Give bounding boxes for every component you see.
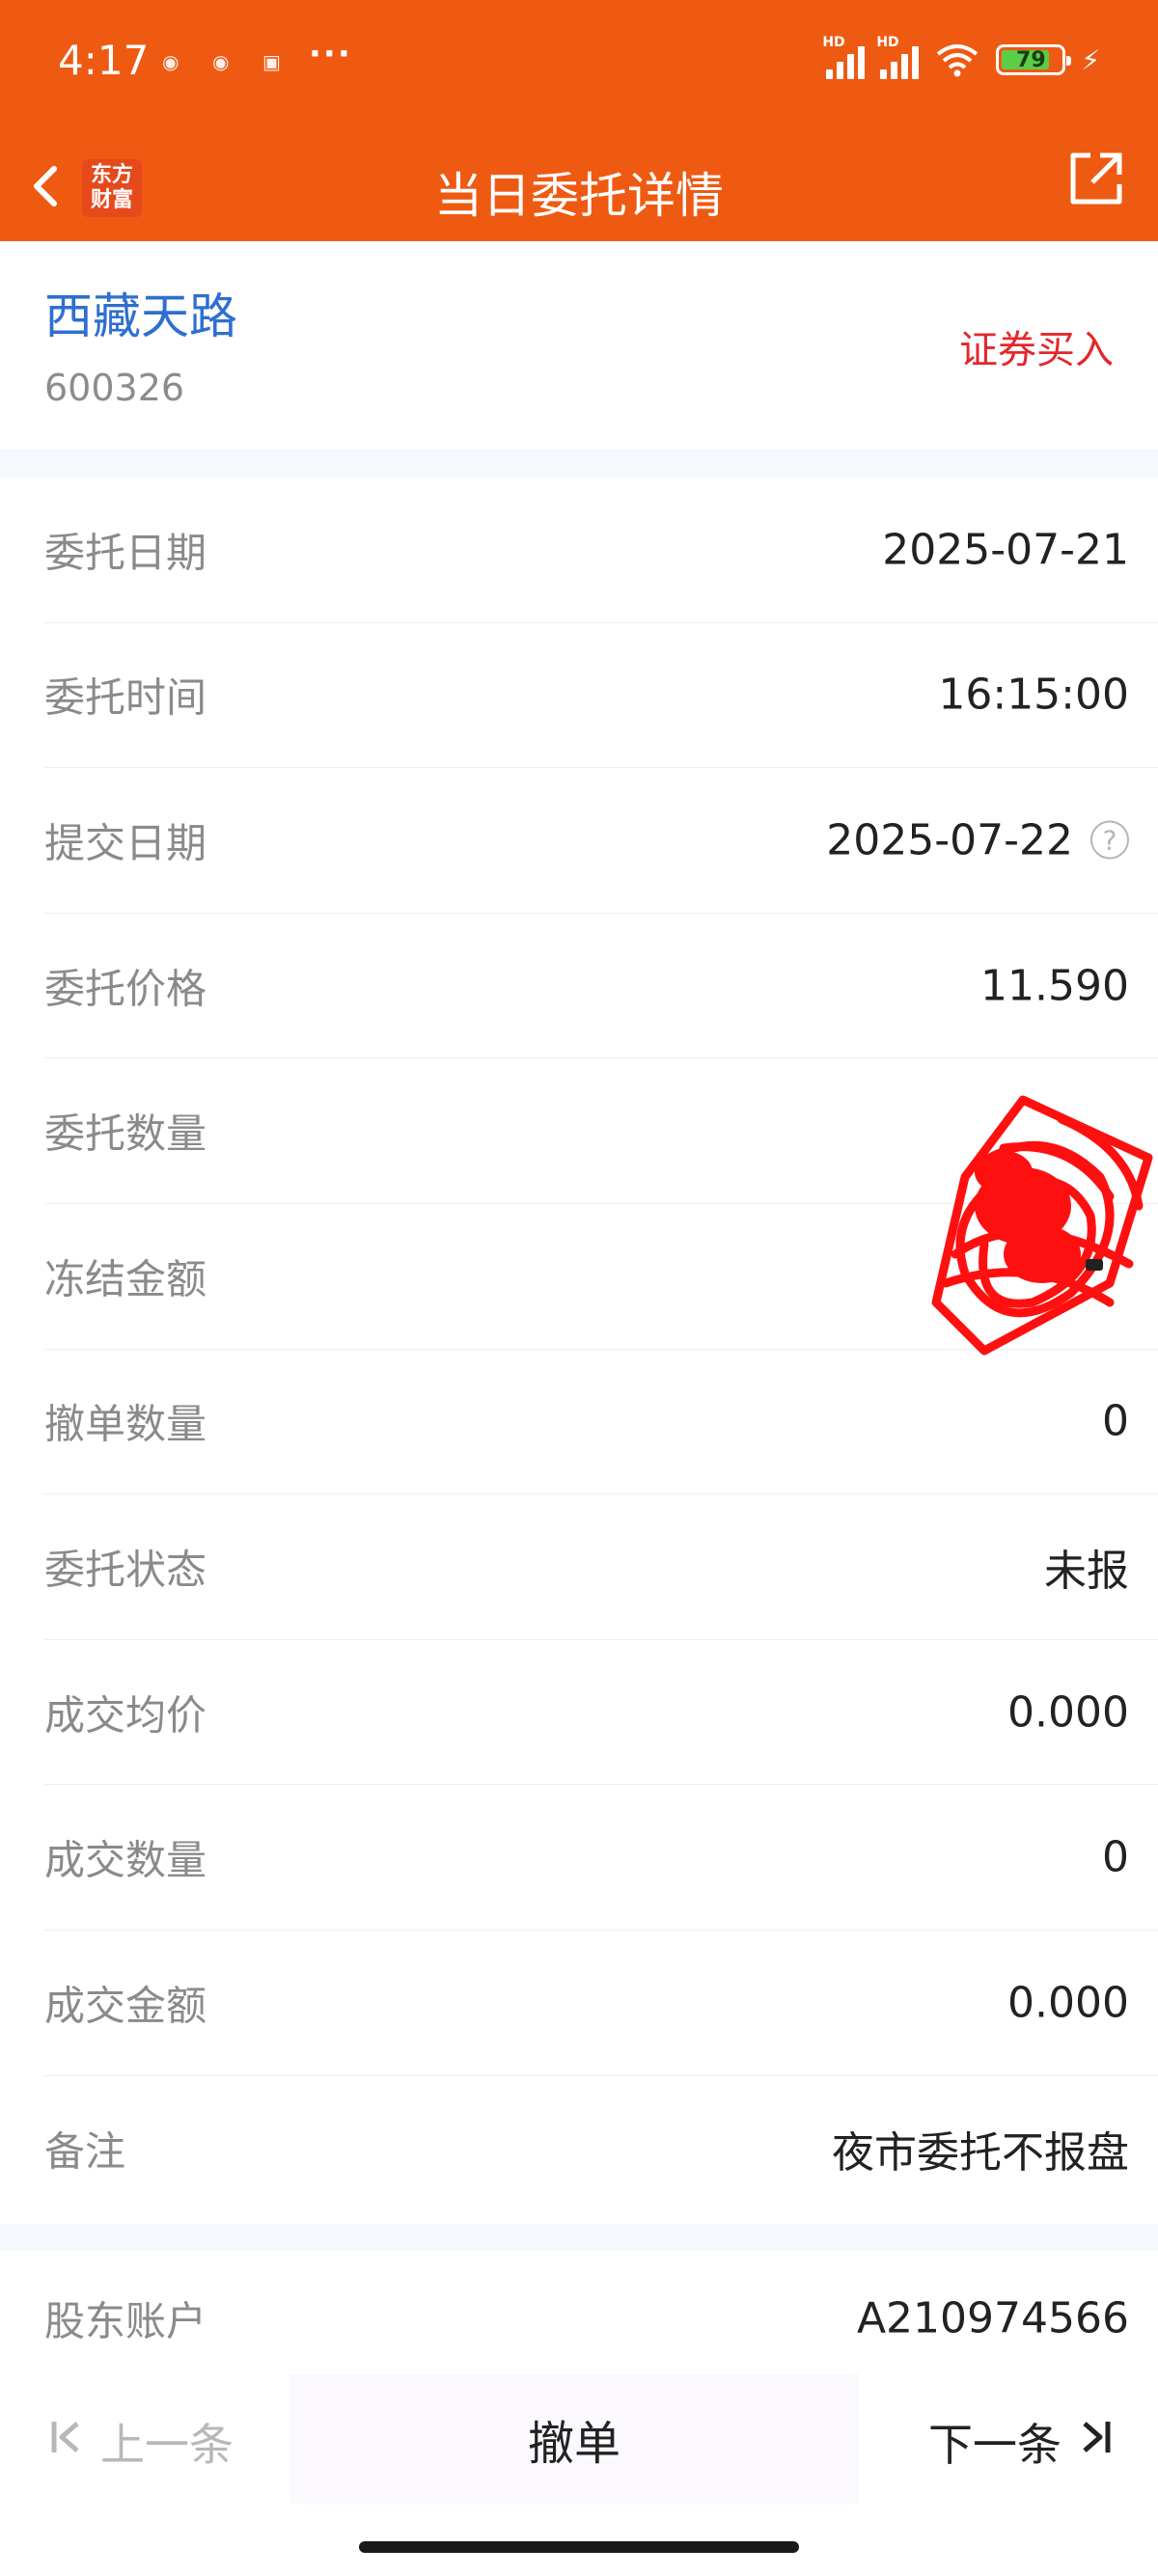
stock-name[interactable]: 西藏天路 <box>44 278 237 347</box>
top-bar: 4:17 ◉ ◉ ▣ ··· HD HD 79 ⚡ 东方财富 当日委托详情 <box>0 0 1158 241</box>
section-divider <box>0 449 1158 478</box>
previous-icon <box>48 2416 83 2469</box>
detail-value: 16:15:00 <box>938 670 1129 720</box>
detail-label: 提交日期 <box>44 819 207 867</box>
detail-value: 0.000 <box>1007 1687 1129 1738</box>
detail-row-submit-date: 提交日期 2025-07-22 ? <box>44 768 1158 914</box>
detail-label: 委托价格 <box>44 965 207 1013</box>
signal-icon: HD <box>822 35 866 79</box>
shareholder-account-row: 股东账户 A210974566 <box>0 2251 1158 2386</box>
home-indicator[interactable] <box>359 2541 799 2553</box>
detail-value-wrap: 2025-07-22 ? <box>826 815 1129 864</box>
detail-label: 备注 <box>44 2127 126 2176</box>
detail-row-filled-quantity: 成交数量 0 <box>44 1785 1158 1931</box>
section-divider <box>0 2224 1158 2251</box>
detail-row-order-price: 委托价格 11.590 <box>44 914 1158 1059</box>
detail-row-filled-amount: 成交金额 0.000 <box>44 1931 1158 2076</box>
cancel-order-button[interactable]: 撤单 <box>290 2373 859 2504</box>
bottom-action-bar: 上一条 撤单 下一条 <box>0 2373 1158 2504</box>
help-icon[interactable]: ? <box>1090 820 1129 860</box>
next-label: 下一条 <box>928 2419 1062 2471</box>
detail-row-cancel-quantity: 撤单数量 0 <box>44 1350 1158 1495</box>
page-title: 当日委托详情 <box>434 168 724 224</box>
stock-info: 西藏天路 600326 证券买入 <box>0 241 1158 449</box>
redaction-scribble <box>931 1095 1153 1356</box>
battery-icon: 79 <box>996 44 1072 75</box>
detail-row-order-time: 委托时间 16:15:00 <box>44 623 1158 769</box>
account-label: 股东账户 <box>44 2297 207 2345</box>
next-icon <box>1079 2416 1114 2469</box>
previous-label: 上一条 <box>100 2419 234 2471</box>
order-type: 证券买入 <box>959 328 1114 372</box>
detail-label: 委托状态 <box>44 1546 207 1594</box>
previous-button[interactable]: 上一条 <box>48 2410 234 2474</box>
detail-value: 0 <box>1102 1832 1129 1882</box>
detail-value: 0.000 <box>1007 1978 1129 2028</box>
detail-value: 0 <box>1102 1396 1129 1446</box>
more-notifications-icon: ··· <box>309 35 352 73</box>
account-value: A210974566 <box>856 2293 1129 2343</box>
cancel-order-label: 撤单 <box>527 2416 620 2471</box>
detail-label: 成交数量 <box>44 1836 207 1884</box>
detail-row-remark: 备注 夜市委托不报盘 <box>44 2076 1158 2222</box>
detail-label: 委托时间 <box>44 673 207 722</box>
notification-icon: ◉ <box>212 50 230 73</box>
detail-label: 委托数量 <box>44 1110 207 1158</box>
header: 东方财富 当日委托详情 <box>0 130 1158 241</box>
wifi-icon <box>937 44 979 77</box>
status-bar: 4:17 ◉ ◉ ▣ ··· HD HD 79 ⚡ <box>0 0 1158 130</box>
detail-label: 委托日期 <box>44 529 207 577</box>
detail-label: 成交金额 <box>44 1982 207 2030</box>
notification-icon: ▣ <box>262 50 281 73</box>
detail-row-avg-price: 成交均价 0.000 <box>44 1640 1158 1786</box>
detail-value: 2025-07-22 <box>826 815 1073 865</box>
detail-label: 成交均价 <box>44 1691 207 1740</box>
status-time: 4:17 <box>58 37 150 84</box>
charging-icon: ⚡ <box>1081 43 1100 76</box>
detail-value: 夜市委托不报盘 <box>832 2127 1129 2178</box>
detail-value: 11.590 <box>980 961 1129 1011</box>
next-button[interactable]: 下一条 <box>928 2410 1114 2474</box>
battery-level: 79 <box>1016 47 1046 72</box>
detail-value: 未报 <box>1044 1546 1129 1596</box>
detail-label: 撤单数量 <box>44 1400 207 1448</box>
notification-icon: ◉ <box>162 50 179 73</box>
stock-code: 600326 <box>44 367 185 409</box>
share-icon[interactable] <box>1062 144 1131 213</box>
detail-row-order-date: 委托日期 2025-07-21 <box>44 478 1158 623</box>
detail-label: 冻结金额 <box>44 1255 207 1303</box>
detail-value: 2025-07-21 <box>882 525 1129 575</box>
detail-row-order-status: 委托状态 未报 <box>44 1494 1158 1640</box>
signal-icon: HD <box>876 35 920 79</box>
